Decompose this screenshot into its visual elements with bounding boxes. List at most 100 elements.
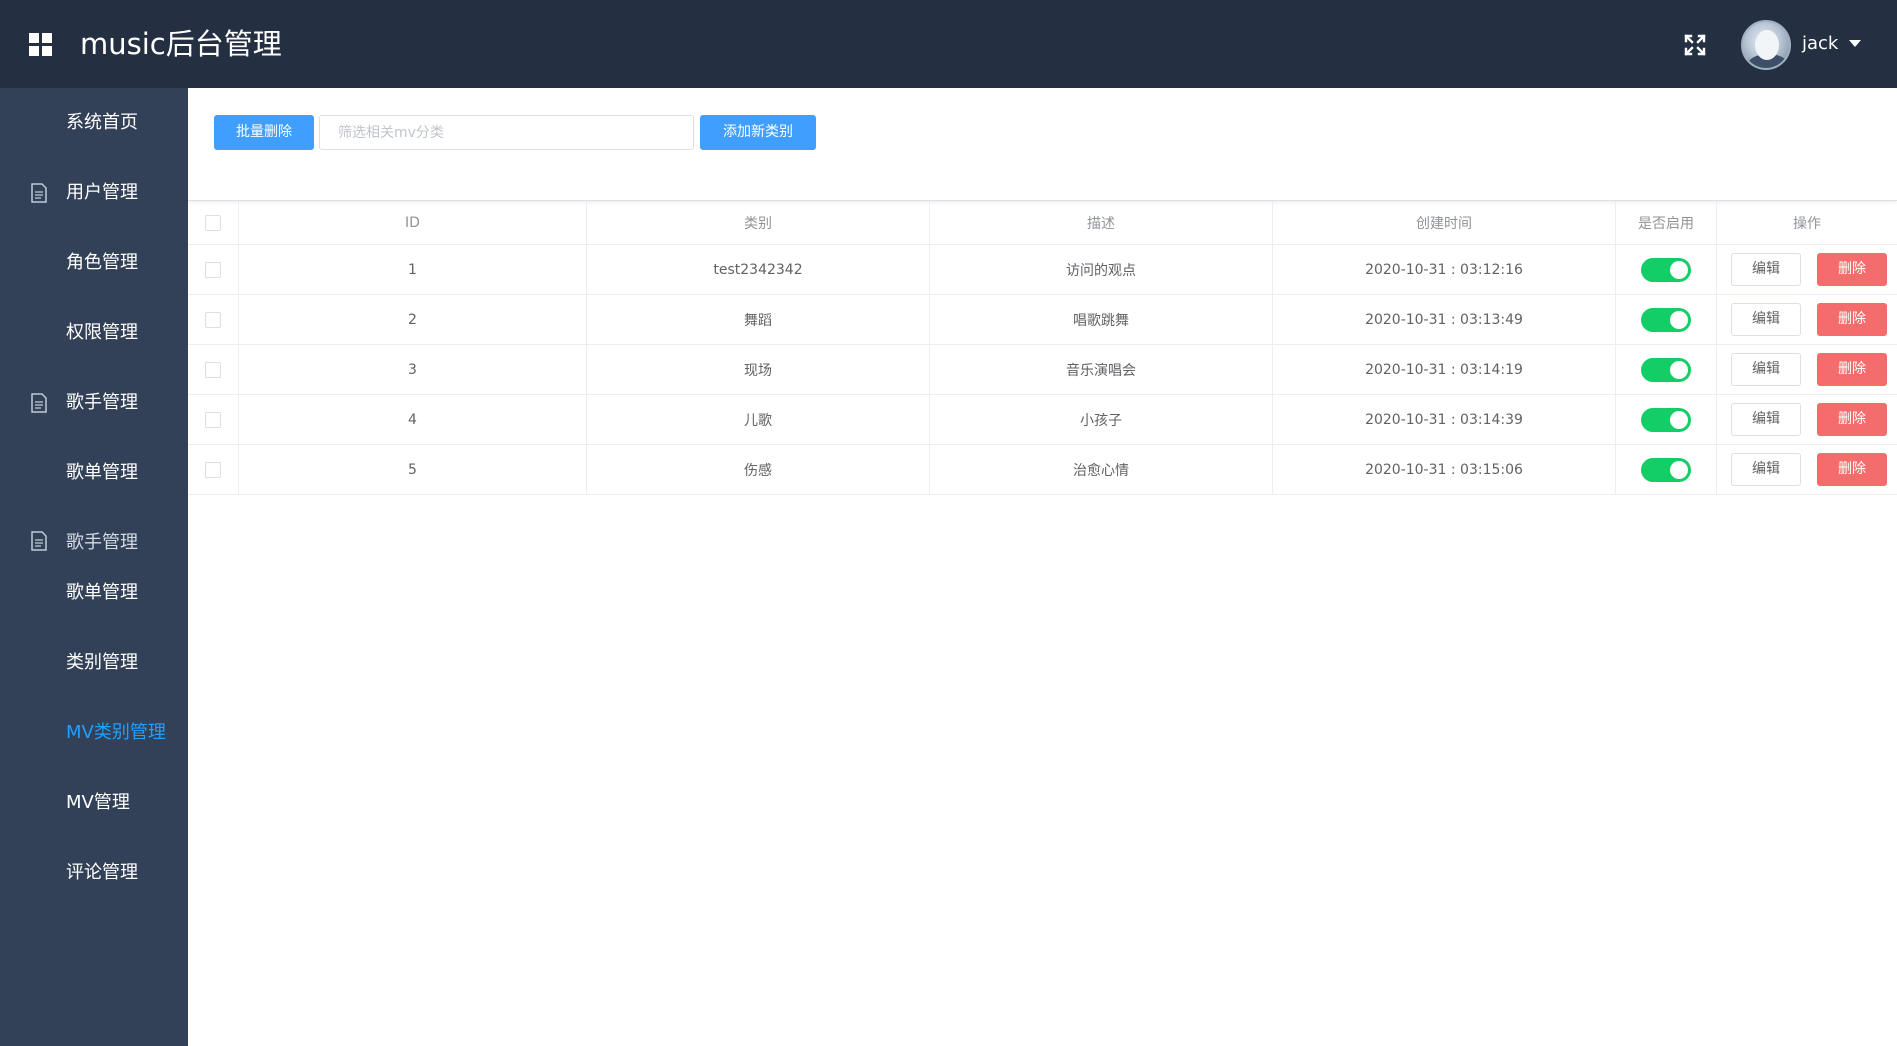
- cell-id: 3: [239, 345, 587, 394]
- enabled-switch[interactable]: [1641, 257, 1691, 282]
- row-checkbox[interactable]: [205, 461, 221, 478]
- enabled-switch[interactable]: [1641, 307, 1691, 332]
- cell-actions: 编辑 删除: [1717, 295, 1897, 344]
- top-header: music后台管理 jack: [0, 0, 1897, 88]
- edit-button[interactable]: 编辑: [1731, 353, 1801, 386]
- cell-enabled: [1616, 345, 1717, 394]
- enabled-switch[interactable]: [1641, 457, 1691, 482]
- sidebar: 系统首页 用户管理 角色管理 权限管理 歌手管理 歌单管理 歌手管理 歌单管理 类别管理 MV类别…: [0, 88, 188, 1046]
- cell-id: 1: [239, 245, 587, 294]
- delete-button[interactable]: 删除: [1817, 303, 1887, 336]
- row-checkbox[interactable]: [205, 361, 221, 378]
- table-row: 2 舞蹈 唱歌跳舞 2020-10-31 : 03:13:49 编辑 删除: [188, 295, 1897, 345]
- batch-delete-button[interactable]: 批量删除: [214, 115, 314, 150]
- delete-button[interactable]: 删除: [1817, 353, 1887, 386]
- cell-category: 舞蹈: [587, 295, 930, 344]
- delete-button[interactable]: 删除: [1817, 403, 1887, 436]
- cell-description: 唱歌跳舞: [930, 295, 1273, 344]
- row-checkbox-cell: [188, 295, 239, 344]
- sidebar-item[interactable]: 用户管理: [0, 158, 188, 228]
- enabled-switch[interactable]: [1641, 407, 1691, 432]
- search-input[interactable]: [319, 115, 694, 150]
- sidebar-item[interactable]: 歌手管理: [0, 368, 188, 438]
- header-created-at[interactable]: 创建时间: [1273, 201, 1616, 244]
- header-enabled: 是否启用: [1616, 201, 1717, 244]
- sidebar-item-label: 歌手管理: [66, 392, 138, 413]
- cell-category: test2342342: [587, 245, 930, 294]
- cell-actions: 编辑 删除: [1717, 345, 1897, 394]
- sidebar-item-label: 评论管理: [66, 862, 138, 883]
- delete-button[interactable]: 删除: [1817, 253, 1887, 286]
- header-checkbox-cell: [188, 201, 239, 244]
- sidebar-item[interactable]: 评论管理: [0, 838, 188, 908]
- sidebar-item[interactable]: 歌单管理: [0, 558, 188, 628]
- sidebar-item[interactable]: 权限管理: [0, 298, 188, 368]
- cell-description: 治愈心情: [930, 445, 1273, 494]
- header-actions: 操作: [1793, 215, 1821, 232]
- document-icon: [31, 183, 47, 203]
- edit-button[interactable]: 编辑: [1731, 403, 1801, 436]
- sidebar-item-label: 类别管理: [66, 652, 138, 673]
- cell-category: 伤感: [587, 445, 930, 494]
- delete-button[interactable]: 删除: [1817, 453, 1887, 486]
- edit-button[interactable]: 编辑: [1731, 253, 1801, 286]
- cell-id: 5: [239, 445, 587, 494]
- cell-category: 儿歌: [587, 395, 930, 444]
- row-checkbox[interactable]: [205, 311, 221, 328]
- cell-description: 音乐演唱会: [930, 345, 1273, 394]
- edit-button[interactable]: 编辑: [1731, 453, 1801, 486]
- menu-grid-icon[interactable]: [29, 33, 52, 56]
- row-checkbox[interactable]: [205, 411, 221, 428]
- toolbar: 批量删除 添加新类别: [188, 88, 1897, 201]
- sidebar-item-label: 歌单管理: [66, 462, 138, 483]
- sidebar-item-label: MV类别管理: [66, 722, 166, 743]
- document-icon: [31, 393, 47, 413]
- table-row: 5 伤感 治愈心情 2020-10-31 : 03:15:06 编辑 删除: [188, 445, 1897, 495]
- sidebar-item-label: MV管理: [66, 792, 130, 813]
- select-all-checkbox[interactable]: [205, 214, 221, 231]
- sidebar-item-label: 权限管理: [66, 322, 138, 343]
- add-category-button[interactable]: 添加新类别: [700, 115, 816, 150]
- header-description[interactable]: 描述: [930, 201, 1273, 244]
- document-icon: [31, 531, 47, 551]
- table-row: 1 test2342342 访问的观点 2020-10-31 : 03:12:16 编辑…: [188, 245, 1897, 295]
- sidebar-item-label: 角色管理: [66, 252, 138, 273]
- sidebar-item[interactable]: MV管理: [0, 768, 188, 838]
- row-checkbox-cell: [188, 445, 239, 494]
- cell-category: 现场: [587, 345, 930, 394]
- sidebar-item[interactable]: 歌单管理: [0, 438, 188, 508]
- header-category[interactable]: 类别: [587, 201, 930, 244]
- cell-enabled: [1616, 245, 1717, 294]
- cell-actions: 编辑 删除: [1717, 445, 1897, 494]
- sidebar-item[interactable]: 角色管理: [0, 228, 188, 298]
- fullscreen-icon[interactable]: [1683, 33, 1707, 57]
- sidebar-item[interactable]: 歌手管理: [0, 531, 188, 556]
- sidebar-item[interactable]: 系统首页: [0, 88, 188, 158]
- sidebar-item-label: 用户管理: [66, 182, 138, 203]
- sidebar-item-label: 歌单管理: [66, 582, 138, 603]
- cell-created-at: 2020-10-31 : 03:15:06: [1273, 445, 1616, 494]
- row-checkbox-cell: [188, 245, 239, 294]
- caret-down-icon[interactable]: [1849, 40, 1861, 47]
- cell-created-at: 2020-10-31 : 03:13:49: [1273, 295, 1616, 344]
- cell-id: 4: [239, 395, 587, 444]
- enabled-switch[interactable]: [1641, 357, 1691, 382]
- edit-button[interactable]: 编辑: [1731, 303, 1801, 336]
- cell-id: 2: [239, 295, 587, 344]
- username-dropdown[interactable]: jack: [1802, 31, 1838, 57]
- avatar[interactable]: [1741, 20, 1791, 70]
- sidebar-item[interactable]: MV类别管理: [0, 698, 188, 768]
- cell-description: 小孩子: [930, 395, 1273, 444]
- cell-created-at: 2020-10-31 : 03:14:39: [1273, 395, 1616, 444]
- row-checkbox[interactable]: [205, 261, 221, 278]
- cell-enabled: [1616, 295, 1717, 344]
- sidebar-item-label: 歌手管理: [66, 532, 138, 553]
- sidebar-item[interactable]: 类别管理: [0, 628, 188, 698]
- table-header-row: ID 类别 描述 创建时间 是否启用 操作: [188, 201, 1897, 245]
- app-title: music后台管理: [80, 27, 282, 61]
- table-row: 4 儿歌 小孩子 2020-10-31 : 03:14:39 编辑 删除: [188, 395, 1897, 445]
- table-row: 3 现场 音乐演唱会 2020-10-31 : 03:14:19 编辑 删除: [188, 345, 1897, 395]
- header-id[interactable]: ID: [239, 201, 587, 244]
- sidebar-item-label: 系统首页: [66, 112, 138, 133]
- cell-actions: 编辑 删除: [1717, 395, 1897, 444]
